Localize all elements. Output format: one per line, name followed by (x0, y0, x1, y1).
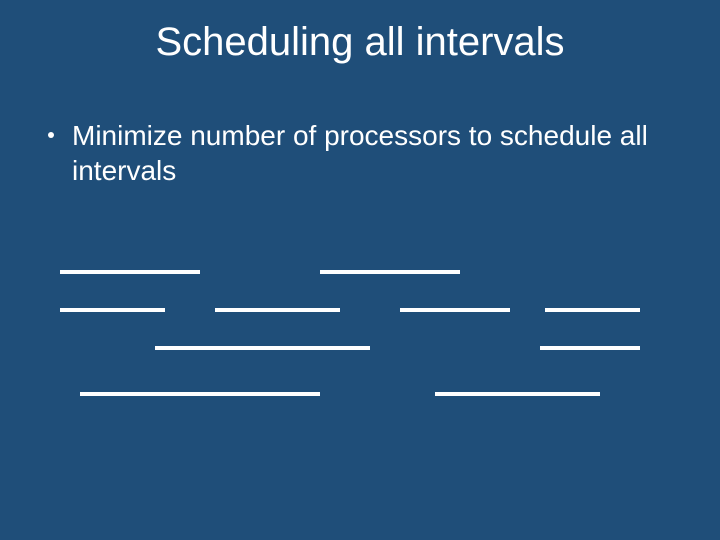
interval-diagram (0, 0, 720, 540)
interval-bar (80, 392, 320, 396)
interval-bar (320, 270, 460, 274)
interval-bar (435, 392, 600, 396)
interval-bar (60, 270, 200, 274)
interval-bar (215, 308, 340, 312)
interval-bar (540, 346, 640, 350)
interval-bar (60, 308, 165, 312)
interval-bar (155, 346, 370, 350)
interval-bar (400, 308, 510, 312)
slide: Scheduling all intervals Minimize number… (0, 0, 720, 540)
interval-bar (545, 308, 640, 312)
